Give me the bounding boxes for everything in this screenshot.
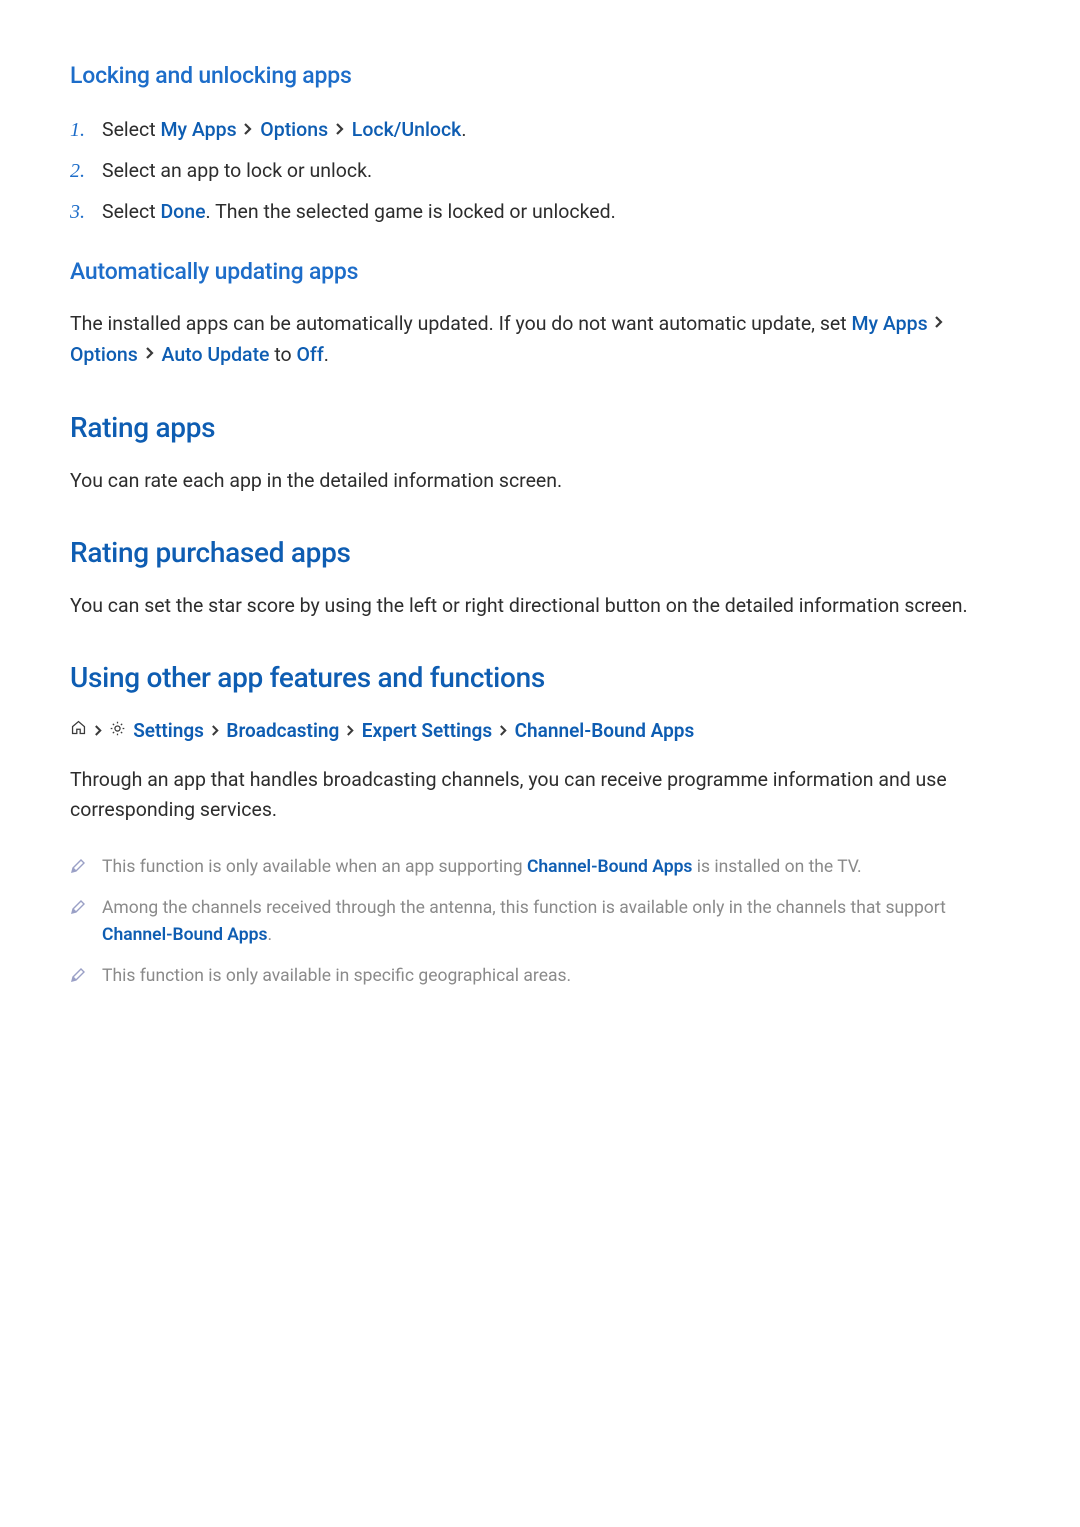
section-rating-apps: Rating apps You can rate each app in the… [70,411,1010,496]
step-text-post: . [461,118,466,141]
step-number: 3. [70,195,85,229]
note-text-pre: Among the channels received through the … [102,898,946,918]
step-2: 2. Select an app to lock or unlock. [102,154,1010,187]
link-off: Off [297,343,324,366]
note-item: Among the channels received through the … [102,895,1010,949]
steps-list: 1. Select My Apps Options Lock/Unlock. 2… [70,113,1010,228]
text-mid: to [270,343,297,366]
text-post: . [324,343,329,366]
body-rating-purchased: You can set the star score by using the … [70,591,1010,621]
note-text-pre: This function is only available when an … [102,857,527,877]
body-other-features: Through an app that handles broadcasting… [70,765,1010,825]
link-my-apps: My Apps [160,118,236,141]
section-other-features: Using other app features and functions S… [70,661,1010,990]
step-text: Select an app to lock or unlock. [102,159,372,182]
step-text-pre: Select [102,118,160,141]
chevron-right-icon [211,716,220,746]
step-number: 2. [70,154,85,188]
step-text-post: . Then the selected game is locked or un… [206,200,616,223]
breadcrumb-broadcasting: Broadcasting [226,719,339,742]
link-options: Options [70,343,138,366]
body-rating-apps: You can rate each app in the detailed in… [70,466,1010,496]
section-locking: Locking and unlocking apps 1. Select My … [70,62,1010,228]
step-text-pre: Select [102,200,160,223]
heading-rating-apps: Rating apps [70,411,1010,444]
breadcrumb-channel-bound-apps: Channel-Bound Apps [515,719,695,742]
heading-rating-purchased: Rating purchased apps [70,536,1010,569]
note-text: This function is only available in speci… [102,966,571,986]
heading-other-features: Using other app features and functions [70,661,1010,694]
breadcrumb-settings: Settings [133,719,204,742]
section-rating-purchased: Rating purchased apps You can set the st… [70,536,1010,621]
chevron-right-icon [934,308,944,338]
link-my-apps: My Apps [851,312,927,335]
breadcrumb-expert-settings: Expert Settings [362,719,492,742]
link-channel-bound-apps: Channel-Bound Apps [102,925,267,945]
note-text-post: . [267,925,272,945]
step-number: 1. [70,113,85,147]
section-auto-update: Automatically updating apps The installe… [70,258,1010,371]
note-text-post: is installed on the TV. [692,857,861,877]
chevron-right-icon [94,716,103,746]
chevron-right-icon [335,113,345,146]
step-3: 3. Select Done. Then the selected game i… [102,195,1010,228]
chevron-right-icon [346,716,355,746]
link-lock-unlock: Lock/Unlock [352,118,462,141]
text-pre: The installed apps can be automatically … [70,312,851,335]
pencil-icon [70,965,86,992]
chevron-right-icon [145,339,155,369]
link-done: Done [160,200,205,223]
link-auto-update: Auto Update [162,343,270,366]
note-item: This function is only available when an … [102,854,1010,881]
link-channel-bound-apps: Channel-Bound Apps [527,857,692,877]
pencil-icon [70,897,86,924]
chevron-right-icon [243,113,253,146]
heading-locking: Locking and unlocking apps [70,62,1010,89]
chevron-right-icon [499,716,508,746]
step-1: 1. Select My Apps Options Lock/Unlock. [102,113,1010,147]
link-options: Options [260,118,328,141]
heading-auto-update: Automatically updating apps [70,258,1010,285]
pencil-icon [70,856,86,883]
breadcrumb: Settings Broadcasting Expert Settings Ch… [70,716,1010,747]
body-auto-update: The installed apps can be automatically … [70,309,1010,371]
gear-icon [109,716,126,746]
home-icon [70,715,87,745]
note-item: This function is only available in speci… [102,963,1010,990]
note-list: This function is only available when an … [70,854,1010,991]
